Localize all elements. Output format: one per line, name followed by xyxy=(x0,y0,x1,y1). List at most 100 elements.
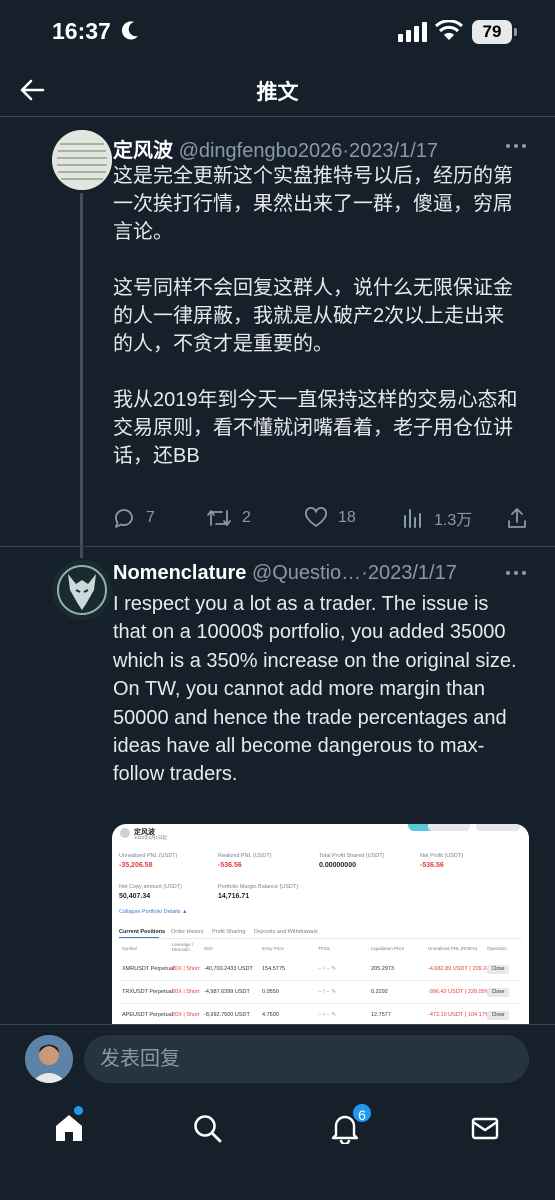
share-button[interactable] xyxy=(506,504,528,532)
media-tab: Profit Sharing xyxy=(212,929,246,935)
bottom-tab-bar: 6 xyxy=(0,1094,555,1200)
media-col-header: Operation xyxy=(487,946,507,951)
reply-button[interactable]: 7 xyxy=(112,504,155,532)
tweet-paragraph: 这号同样不会回复这群人，说什么无限保证金的人一律屏蔽，我就是从破产2次以上走出来… xyxy=(113,277,513,355)
media-cell-entry: 4.7500 xyxy=(262,1012,279,1018)
media-stat-label: Net Profit (USDT) xyxy=(420,853,464,859)
status-time: 16:37 xyxy=(52,18,111,44)
wifi-icon xyxy=(435,20,463,40)
media-col-header: Liquidation Price xyxy=(371,946,405,951)
media-table-row: APEUSDT Perpetual 20X | Short -8,992.750… xyxy=(120,1008,521,1024)
media-close-button: Close xyxy=(487,965,509,974)
media-tab: Order History xyxy=(171,929,204,935)
media-cell-tpsl: -- / -- ✎ xyxy=(318,966,337,972)
share-icon xyxy=(508,508,526,528)
reply-input[interactable]: 发表回复 xyxy=(84,1035,529,1083)
tweet-body: I respect you a lot as a trader. The iss… xyxy=(113,593,517,786)
retweet-button[interactable]: 2 xyxy=(206,504,251,532)
search-icon[interactable] xyxy=(191,1112,223,1144)
top-header: 推文 xyxy=(0,64,555,116)
moon-icon xyxy=(121,21,138,40)
home-icon[interactable] xyxy=(53,1112,85,1144)
media-close-button: Close xyxy=(487,988,509,997)
tweet-body: 这是完全更新这个实盘推特号以后，经历的第一次挨打行情，果然出来了一群，傻逼，穷屌… xyxy=(113,162,518,470)
media-cell-tpsl: -- / -- ✎ xyxy=(318,989,337,995)
author-handle[interactable]: @Questio… xyxy=(252,562,361,584)
media-cell-liq: 12.7577 xyxy=(371,1012,391,1018)
media-cell-leverage: 20X | Short xyxy=(172,1012,200,1018)
tweet-media-image[interactable]: 定风波 2023年5月1日起 Unrealized PNL (USDT) -35… xyxy=(112,824,529,1029)
media-collapse-link: Collapse Portfolio Details ▲ xyxy=(119,909,188,915)
media-col-header: Leverage / Direction xyxy=(172,942,194,952)
media-cell-pnl: -472.10 USDT ( 104.17%) xyxy=(428,1012,492,1018)
media-stat-label: Realized PNL (USDT) xyxy=(218,853,272,859)
media-cell-symbol: XMRUSDT Perpetual xyxy=(122,966,175,972)
notifications-badge: 6 xyxy=(351,1102,373,1124)
media-stat-value: 0.00000000 xyxy=(319,862,356,869)
media-stat-value: -536.56 xyxy=(420,862,444,869)
media-cell-size: -4,987.6399 USDT xyxy=(204,989,250,995)
media-tab: Current Positions xyxy=(119,929,166,935)
page-title: 推文 xyxy=(256,81,299,104)
header-divider xyxy=(0,116,555,117)
tweet-date[interactable]: 2023/1/17 xyxy=(368,562,457,584)
tweet-actions: 7 2 18 1.3万 xyxy=(112,504,532,532)
media-stat-value: 14,716.71 xyxy=(218,893,250,900)
battery-indicator: 79 xyxy=(472,20,512,44)
media-stat-label: Unrealized PNL (USDT) xyxy=(119,853,178,859)
media-divider xyxy=(119,938,522,939)
like-count: 18 xyxy=(338,509,356,526)
media-table-row: XMRUSDT Perpetual 20X | Short -40,700.24… xyxy=(120,962,521,978)
avatar[interactable] xyxy=(52,560,112,620)
media-col-header: Symbol xyxy=(122,946,138,951)
media-stat-value: 50,407.34 xyxy=(119,893,151,900)
battery-tip xyxy=(514,28,517,36)
media-stat-label: Total Profit Shared (USDT) xyxy=(319,853,385,859)
reply-bar: 发表回复 xyxy=(0,1024,555,1094)
author-handle[interactable]: @dingfengbo2026 xyxy=(179,140,343,162)
media-cell-pnl: -996.42 USDT ( 228.05%) xyxy=(428,989,492,995)
tweet-date[interactable]: 2023/1/17 xyxy=(349,140,438,162)
more-options-icon[interactable] xyxy=(505,569,527,577)
media-table-row: TRXUSDT Perpetual 20X | Short -4,987.639… xyxy=(120,985,521,1001)
home-unread-dot xyxy=(74,1106,83,1115)
media-cell-entry: 0.0550 xyxy=(262,989,279,995)
media-avatar xyxy=(120,828,130,838)
tweet-divider xyxy=(0,546,555,547)
meta-separator: · xyxy=(342,140,350,162)
wolf-avatar-image xyxy=(52,560,112,620)
messages-mail-icon[interactable] xyxy=(469,1112,501,1144)
media-cell-leverage: 20X | Short xyxy=(172,989,200,995)
media-stat-label: Net Copy amount (USDT) xyxy=(119,884,182,890)
thread-line xyxy=(80,193,83,558)
media-top-button xyxy=(476,824,520,831)
view-count: 1.3万 xyxy=(434,512,473,529)
media-row-divider xyxy=(119,1003,522,1004)
author-name[interactable]: 定风波 xyxy=(113,140,173,162)
like-button[interactable]: 18 xyxy=(304,504,356,532)
tweet-paragraph: 这是完全更新这个实盘推特号以后，经历的第一次挨打行情，果然出来了一群，傻逼，穷屌… xyxy=(113,165,513,243)
retweet-count: 2 xyxy=(242,509,251,526)
media-top-button xyxy=(428,824,470,831)
tweet-meta: 定风波 @dingfengbo2026·2023/1/17 xyxy=(113,134,438,163)
media-cell-entry: 154.5775 xyxy=(262,966,285,972)
media-cell-liq: 0.2292 xyxy=(371,989,388,995)
media-col-header: Entry Price xyxy=(262,946,285,951)
author-name[interactable]: Nomenclature xyxy=(113,562,246,584)
views-button[interactable]: 1.3万 xyxy=(402,504,472,532)
heart-icon xyxy=(305,507,327,527)
avatar[interactable] xyxy=(52,130,112,190)
tweet-paragraph: 我从2019年到今天一直保持这样的交易心态和交易原则，看不懂就闭嘴看着，老子用仓… xyxy=(113,389,518,467)
more-options-icon[interactable] xyxy=(505,142,527,150)
reply-icon xyxy=(115,509,133,528)
media-col-header: Unrealized PNL (ROE%) xyxy=(428,946,478,951)
media-row-divider xyxy=(119,980,522,981)
media-tab: Deposits and Withdrawals xyxy=(254,929,318,935)
media-profile-sub: 2023年5月1日起 xyxy=(134,835,168,840)
status-bar: 16:37 79 xyxy=(0,0,555,64)
calligraphy-avatar-image xyxy=(52,130,112,190)
media-cell-size: -40,700.2433 USDT xyxy=(204,966,253,972)
media-cell-symbol: APEUSDT Perpetual xyxy=(122,1012,173,1018)
media-close-button: Close xyxy=(487,1011,509,1020)
user-avatar[interactable] xyxy=(25,1035,73,1083)
